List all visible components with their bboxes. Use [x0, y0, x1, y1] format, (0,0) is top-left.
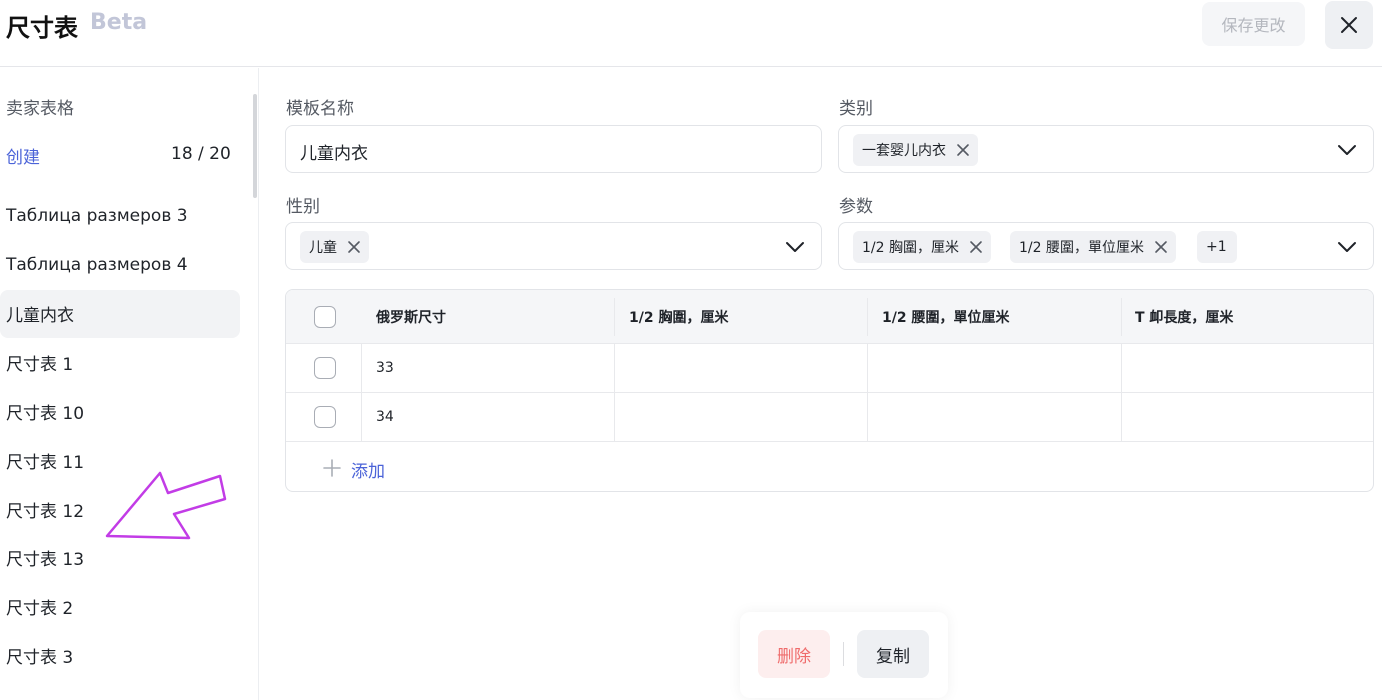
params-chip: 1/2 腰圍，單位厘米 [1010, 231, 1176, 263]
table-cell[interactable]: 34 [376, 393, 394, 441]
sidebar-item[interactable]: 尺寸表 1 [0, 338, 240, 387]
chevron-down-icon[interactable] [785, 237, 805, 257]
table-header-row: 俄罗斯尺寸 1/2 胸圍，厘米 1/2 腰圍，單位厘米 T 卹長度，厘米 [286, 290, 1373, 344]
action-bar: 删除 复制 [740, 612, 948, 698]
annotation-arrow-icon [105, 471, 227, 540]
sidebar-list: Таблица размеров 3 Таблица размеров 4 儿童… [0, 192, 240, 680]
template-name-input[interactable]: 儿童内衣 [285, 125, 822, 173]
select-all-checkbox[interactable] [314, 306, 336, 328]
gender-label: 性别 [286, 197, 320, 217]
column-divider [361, 393, 362, 441]
params-more-chip[interactable]: +1 [1197, 231, 1237, 263]
add-row-label: 添加 [351, 462, 385, 482]
params-chip-label: 1/2 腰圍，單位厘米 [1019, 240, 1144, 256]
gender-chip-label: 儿童 [309, 240, 337, 256]
table-row: 34 [286, 393, 1373, 442]
copy-button[interactable]: 复制 [857, 630, 929, 678]
table-header-cell: 1/2 胸圍，厘米 [629, 309, 729, 326]
chevron-down-icon[interactable] [1337, 237, 1357, 257]
row-checkbox[interactable] [314, 357, 336, 379]
sidebar-item-active[interactable]: 儿童内衣 [0, 289, 240, 339]
table-row: 33 [286, 344, 1373, 393]
column-divider [867, 298, 868, 336]
save-button[interactable]: 保存更改 [1202, 2, 1305, 46]
category-select[interactable]: 一套婴儿内衣 [838, 125, 1374, 173]
table-header-cell: 俄罗斯尺寸 [376, 309, 446, 326]
delete-button[interactable]: 删除 [758, 630, 830, 678]
gender-select[interactable]: 儿童 [285, 222, 822, 270]
row-checkbox[interactable] [314, 406, 336, 428]
column-divider [614, 298, 615, 336]
template-name-value: 儿童内衣 [300, 144, 368, 164]
sidebar-item[interactable]: Таблица размеров 4 [0, 241, 240, 290]
template-name-label: 模板名称 [286, 99, 354, 119]
remove-chip-icon[interactable] [969, 240, 983, 254]
table-header-cell: 1/2 腰圍，單位厘米 [882, 309, 1010, 326]
category-chip: 一套婴儿内衣 [853, 134, 978, 166]
create-link[interactable]: 创建 [6, 143, 40, 168]
add-row-button[interactable]: 添加 [286, 443, 1373, 491]
column-divider [867, 393, 868, 441]
column-divider [614, 344, 615, 392]
sidebar-scrollbar[interactable] [253, 94, 257, 198]
column-divider [1121, 344, 1122, 392]
chevron-down-icon[interactable] [1337, 140, 1357, 160]
sidebar: 卖家表格 创建 18 / 20 Таблица размеров 3 Табли… [0, 68, 259, 700]
sidebar-item[interactable]: 尺寸表 10 [0, 387, 240, 436]
table-cell[interactable]: 33 [376, 344, 394, 392]
table-header-cell: T 卹長度，厘米 [1135, 309, 1234, 326]
column-divider [1121, 298, 1122, 336]
size-table: 俄罗斯尺寸 1/2 胸圍，厘米 1/2 腰圍，單位厘米 T 卹長度，厘米 33 … [285, 289, 1374, 492]
params-select[interactable]: 1/2 胸圍，厘米 1/2 腰圍，單位厘米 +1 [838, 222, 1374, 270]
sidebar-item[interactable]: 尺寸表 2 [0, 582, 240, 631]
divider [843, 642, 844, 666]
column-divider [1121, 393, 1122, 441]
remove-chip-icon[interactable] [347, 240, 361, 254]
category-label: 类别 [839, 99, 873, 119]
page-title: 尺寸表 [6, 14, 78, 42]
plus-icon [323, 459, 341, 477]
remove-chip-icon[interactable] [1154, 240, 1168, 254]
remove-chip-icon[interactable] [956, 143, 970, 157]
sidebar-item[interactable]: Таблица размеров 3 [0, 192, 240, 241]
params-chip: 1/2 胸圍，厘米 [853, 231, 991, 263]
close-icon [1341, 17, 1357, 33]
gender-chip: 儿童 [300, 231, 369, 263]
column-divider [361, 344, 362, 392]
table-count: 18 / 20 [171, 144, 231, 164]
close-button[interactable] [1325, 1, 1373, 49]
column-divider [867, 344, 868, 392]
header: 尺寸表 Beta 保存更改 [0, 0, 1382, 67]
column-divider [614, 393, 615, 441]
sidebar-item[interactable]: 尺寸表 3 [0, 631, 240, 680]
category-chip-label: 一套婴儿内衣 [862, 143, 946, 159]
params-chip-label: 1/2 胸圍，厘米 [862, 240, 959, 256]
beta-badge: Beta [90, 10, 148, 35]
params-label: 参数 [839, 197, 873, 217]
sidebar-section-title: 卖家表格 [6, 99, 74, 119]
